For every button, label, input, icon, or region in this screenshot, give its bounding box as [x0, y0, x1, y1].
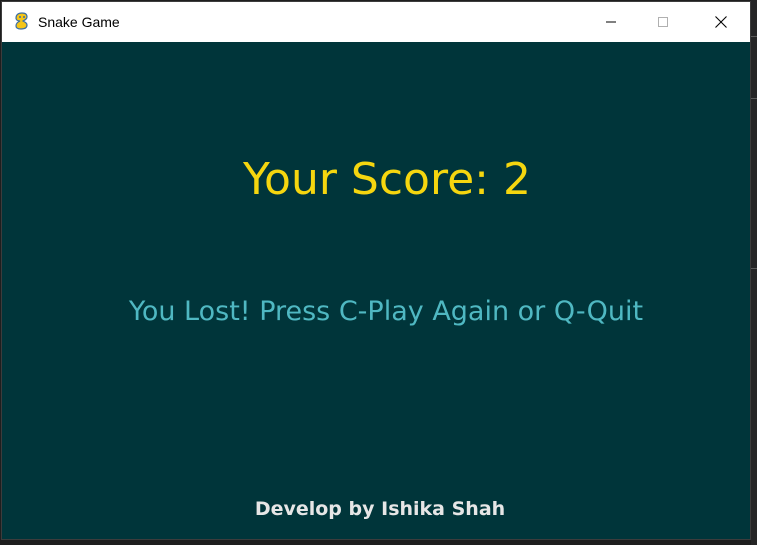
game-canvas[interactable]: Your Score: 2 You Lost! Press C-Play Aga…: [2, 42, 750, 539]
minimize-button[interactable]: [588, 2, 634, 42]
maximize-icon: [658, 17, 668, 27]
window-title: Snake Game: [38, 14, 120, 30]
background-divider: [751, 36, 757, 37]
snake-game-window: Snake Game Your Score: 2 You Lost! Press…: [1, 1, 751, 540]
background-divider: [751, 268, 757, 269]
title-bar[interactable]: Snake Game: [2, 2, 750, 42]
close-button[interactable]: [698, 2, 744, 42]
pygame-snake-icon: [15, 12, 28, 30]
background-editor-edge: [751, 0, 757, 545]
minimize-icon: [606, 21, 616, 23]
background-divider: [751, 98, 757, 99]
close-icon: [715, 16, 727, 28]
game-over-message: You Lost! Press C-Play Again or Q-Quit: [128, 296, 644, 327]
developer-credit: Develop by Ishika Shah: [254, 498, 506, 520]
maximize-button[interactable]: [640, 2, 686, 42]
score-text: Your Score: 2: [243, 154, 531, 205]
